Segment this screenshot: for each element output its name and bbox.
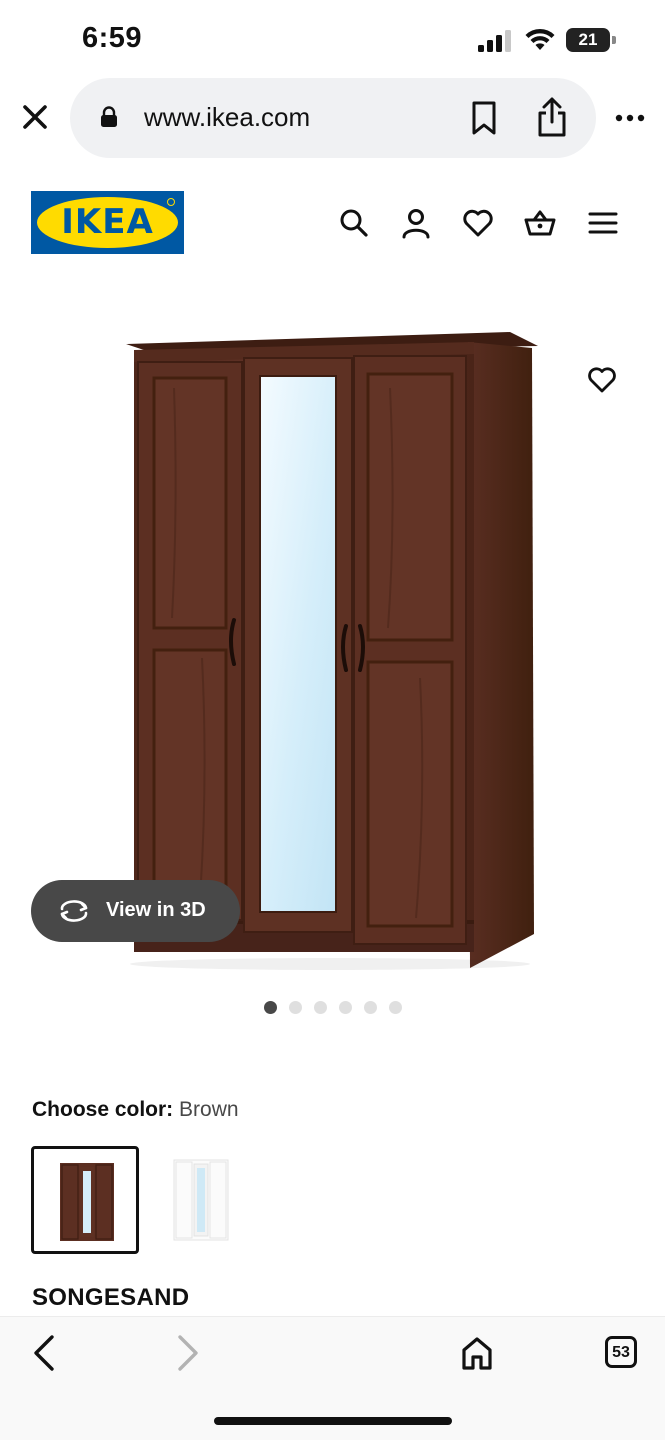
lock-icon	[101, 106, 117, 127]
menu-icon[interactable]	[586, 206, 620, 240]
bookmark-icon[interactable]	[470, 100, 498, 136]
share-icon[interactable]	[536, 96, 568, 138]
carousel-dot[interactable]	[339, 1001, 352, 1014]
address-bar[interactable]: www.ikea.com	[70, 78, 596, 158]
logo-text: IKEA	[61, 202, 154, 242]
heart-icon[interactable]	[461, 206, 495, 240]
image-carousel-indicator	[264, 1001, 402, 1014]
more-icon[interactable]	[614, 110, 646, 126]
url-text: www.ikea.com	[144, 102, 311, 132]
back-icon[interactable]	[30, 1333, 60, 1373]
home-icon[interactable]	[460, 1335, 494, 1371]
battery-level: 21	[578, 30, 598, 49]
cellular-signal-icon	[478, 30, 511, 52]
battery-icon: 21	[566, 28, 616, 52]
color-swatch-white[interactable]	[148, 1146, 256, 1254]
carousel-dot[interactable]	[364, 1001, 377, 1014]
carousel-dot[interactable]	[389, 1001, 402, 1014]
wifi-icon	[525, 28, 555, 50]
status-bar: 6:59 21	[0, 0, 665, 80]
carousel-dot[interactable]	[264, 1001, 277, 1014]
view-in-3d-button[interactable]: View in 3D	[31, 880, 240, 942]
tabs-icon[interactable]: 53	[605, 1336, 637, 1368]
user-icon[interactable]	[399, 206, 433, 240]
basket-icon[interactable]	[523, 206, 557, 240]
color-value: Brown	[179, 1098, 239, 1121]
registered-mark-icon	[167, 198, 175, 206]
ikea-logo[interactable]: IKEA	[31, 191, 184, 254]
forward-icon[interactable]	[172, 1333, 202, 1373]
status-time: 6:59	[82, 22, 143, 54]
view-in-3d-label: View in 3D	[106, 899, 206, 921]
home-indicator	[214, 1417, 452, 1425]
color-label: Choose color:	[32, 1098, 174, 1121]
brown-wardrobe-thumbnail	[60, 1163, 114, 1241]
carousel-dot[interactable]	[289, 1001, 302, 1014]
carousel-dot[interactable]	[314, 1001, 327, 1014]
white-wardrobe-thumbnail	[173, 1159, 229, 1241]
close-icon[interactable]	[18, 100, 52, 134]
color-swatch-brown[interactable]	[31, 1146, 139, 1254]
rotate-3d-icon	[60, 900, 88, 922]
color-chooser-heading: Choose color: Brown	[32, 1098, 239, 1122]
tab-count: 53	[605, 1336, 637, 1368]
browser-address-row: www.ikea.com	[0, 78, 665, 158]
product-image[interactable]	[120, 328, 545, 973]
search-icon[interactable]	[337, 206, 371, 240]
product-wishlist-heart-icon[interactable]	[586, 364, 618, 396]
product-name: SONGESAND	[32, 1284, 190, 1311]
